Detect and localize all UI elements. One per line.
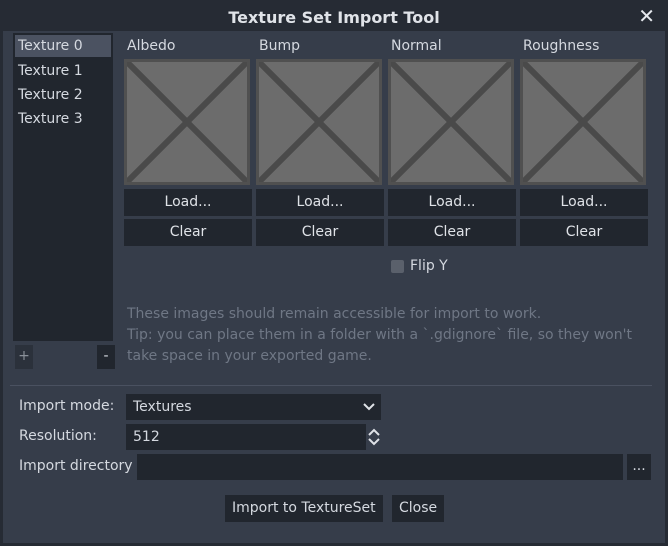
map-label: Bump: [259, 38, 301, 54]
clear-bump-button[interactable]: Clear: [256, 219, 384, 246]
map-column-albedo: Albedo Load... Clear: [124, 33, 252, 246]
placeholder-x-icon: [127, 62, 247, 182]
close-button[interactable]: Close: [392, 495, 445, 522]
resolution-label: Resolution:: [19, 428, 97, 444]
dialog-title: Texture Set Import Tool: [228, 7, 440, 27]
load-normal-button[interactable]: Load...: [388, 189, 516, 216]
normal-image-placeholder: [388, 59, 514, 185]
resolution-value: 512: [133, 429, 160, 445]
texture-list-item[interactable]: Texture 1: [13, 59, 113, 83]
import-mode-value: Textures: [133, 399, 192, 415]
resolution-input[interactable]: 512: [126, 424, 366, 450]
load-bump-button[interactable]: Load...: [256, 189, 384, 216]
placeholder-x-icon: [523, 62, 643, 182]
clear-albedo-button[interactable]: Clear: [124, 219, 252, 246]
title-bar[interactable]: Texture Set Import Tool ✕: [3, 3, 665, 31]
import-note: These images should remain accessible fo…: [127, 304, 657, 367]
spinner-arrows-icon[interactable]: [366, 424, 382, 450]
flip-y-row[interactable]: Flip Y: [391, 258, 448, 274]
add-texture-button[interactable]: +: [15, 345, 33, 369]
separator: [10, 385, 652, 386]
import-directory-field[interactable]: [137, 454, 623, 480]
flip-y-label: Flip Y: [410, 258, 448, 274]
note-line-2: Tip: you can place them in a folder with…: [127, 327, 632, 364]
texture-list-item[interactable]: Texture 2: [13, 83, 113, 107]
browse-directory-button[interactable]: ...: [627, 454, 651, 480]
albedo-image-placeholder: [124, 59, 250, 185]
import-mode-select[interactable]: Textures: [126, 394, 381, 420]
map-label: Albedo: [127, 38, 176, 54]
roughness-image-placeholder: [520, 59, 646, 185]
map-column-roughness: Roughness Load... Clear: [520, 33, 648, 246]
load-roughness-button[interactable]: Load...: [520, 189, 648, 216]
remove-texture-button[interactable]: -: [97, 345, 115, 369]
texture-list-item[interactable]: Texture 0: [15, 35, 111, 57]
flip-y-checkbox[interactable]: [391, 259, 404, 273]
note-line-1: These images should remain accessible fo…: [127, 306, 542, 322]
close-icon[interactable]: ✕: [638, 4, 655, 28]
texture-list-item[interactable]: Texture 3: [13, 107, 113, 131]
placeholder-x-icon: [259, 62, 379, 182]
bump-image-placeholder: [256, 59, 382, 185]
placeholder-x-icon: [391, 62, 511, 182]
import-to-textureset-button[interactable]: Import to TextureSet: [225, 495, 383, 522]
import-mode-label: Import mode:: [19, 398, 115, 414]
map-column-bump: Bump Load... Clear: [256, 33, 384, 246]
map-label: Normal: [391, 38, 442, 54]
map-label: Roughness: [523, 38, 600, 54]
texture-list[interactable]: Texture 0 Texture 1 Texture 2 Texture 3: [13, 33, 113, 341]
map-column-normal: Normal Load... Clear: [388, 33, 516, 246]
clear-roughness-button[interactable]: Clear: [520, 219, 648, 246]
clear-normal-button[interactable]: Clear: [388, 219, 516, 246]
import-directory-label: Import directory: [19, 458, 133, 474]
load-albedo-button[interactable]: Load...: [124, 189, 252, 216]
